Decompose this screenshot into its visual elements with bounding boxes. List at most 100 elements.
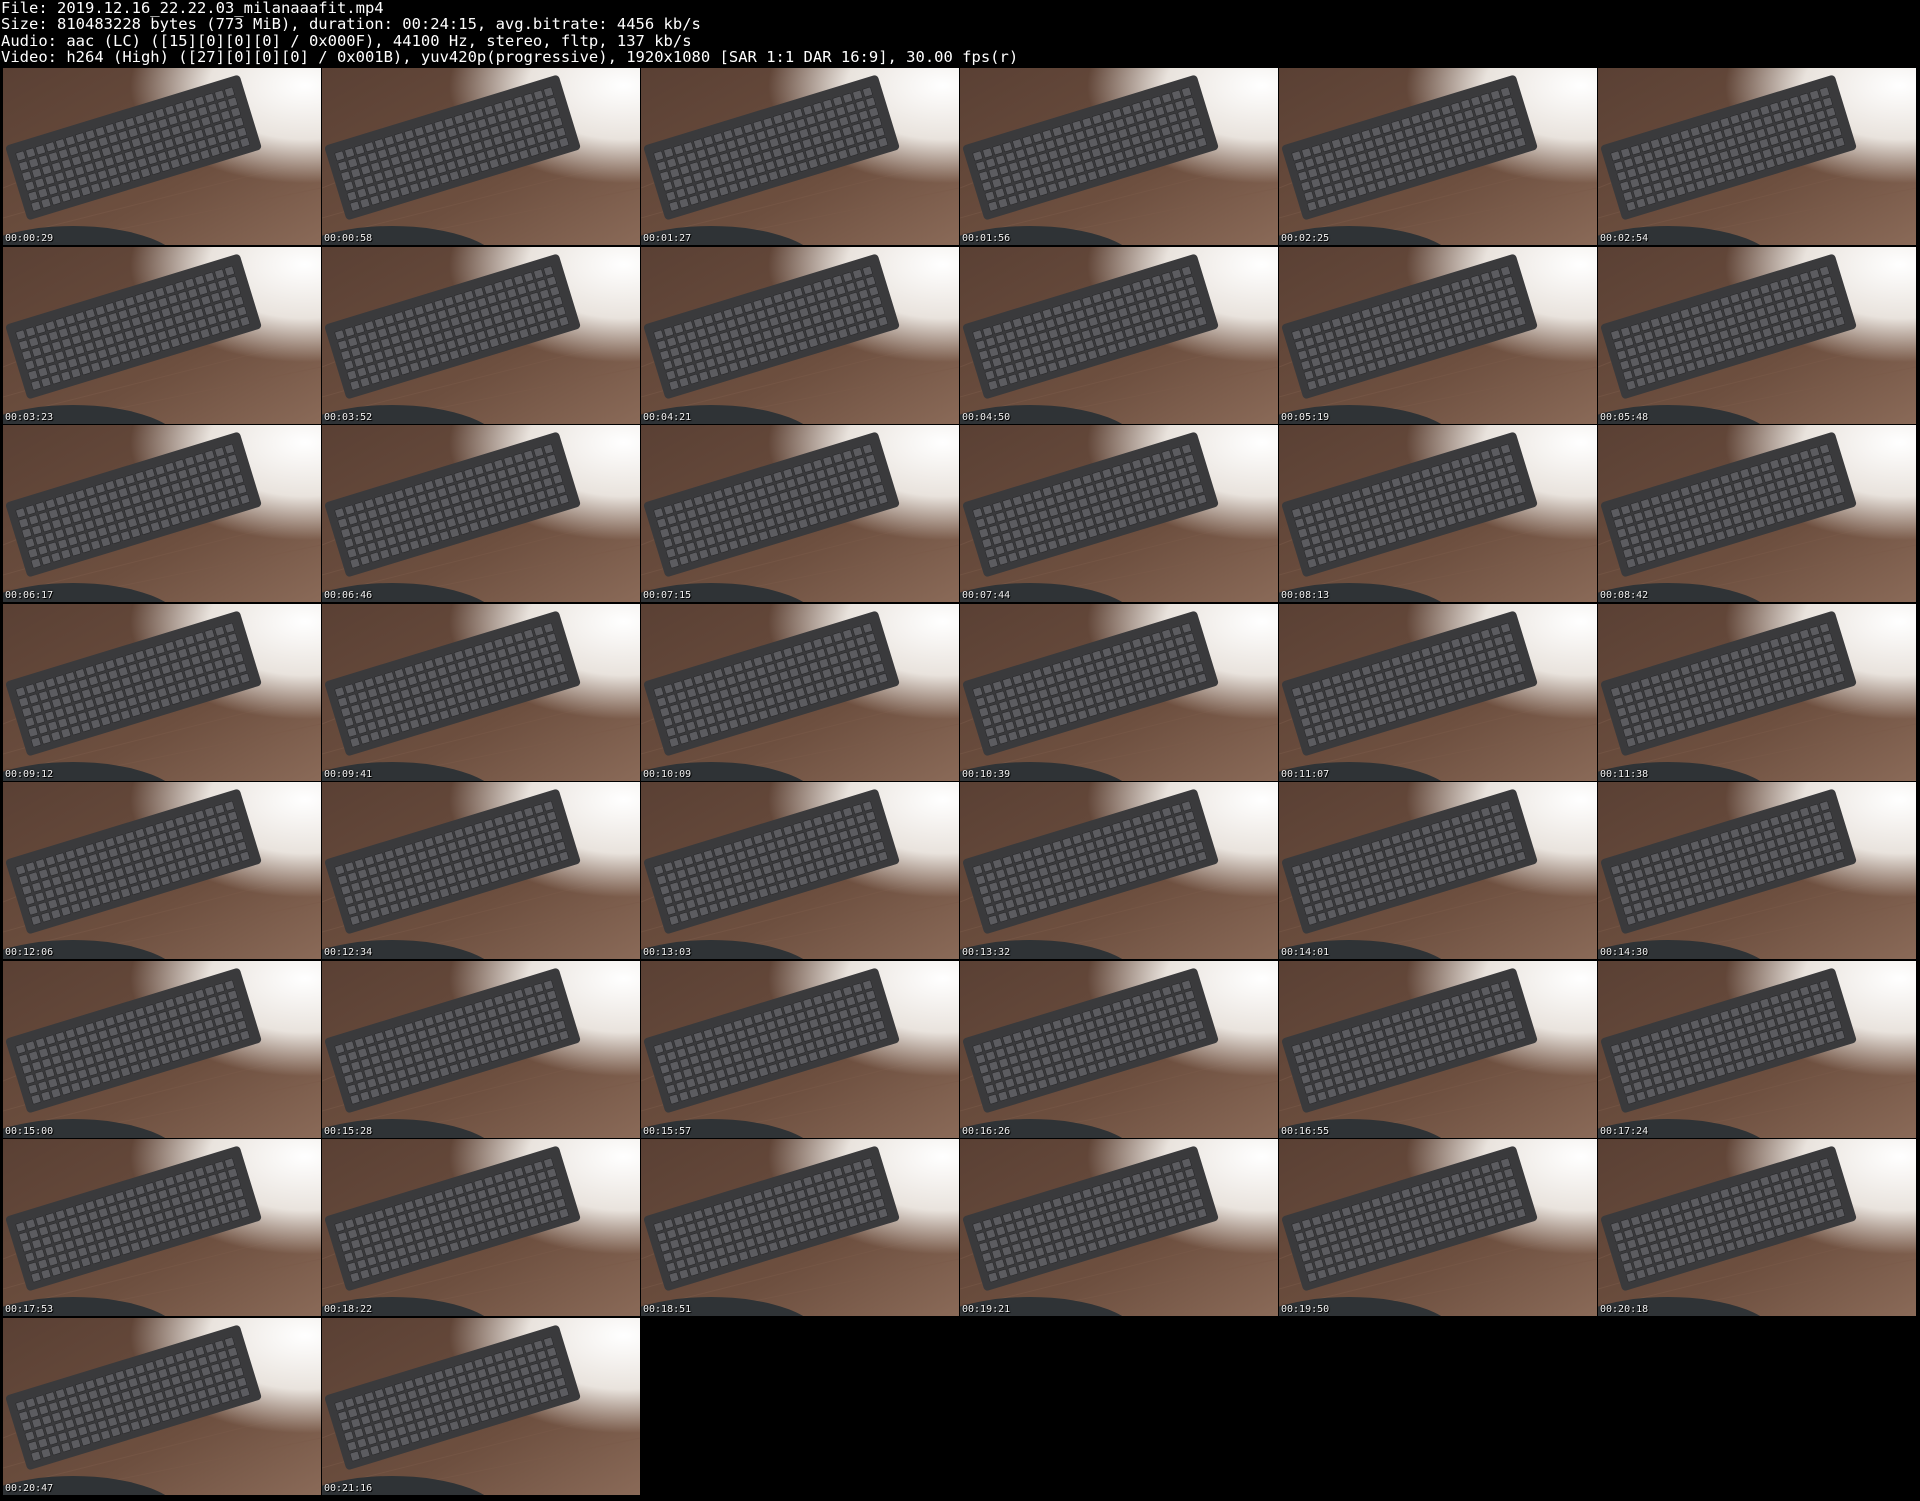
thumbnail-timestamp: 00:19:21 xyxy=(962,1304,1011,1315)
keyboard-scene-image xyxy=(960,961,1278,1138)
keyboard-scene-image xyxy=(1279,604,1597,781)
video-thumbnail: 00:19:21 xyxy=(960,1139,1278,1316)
thumbnail-grid: 00:00:29 00:00:58 00:01:27 00:01:56 00:0… xyxy=(0,68,1920,1501)
thumbnail-timestamp: 00:14:30 xyxy=(1600,947,1649,958)
thumbnail-timestamp: 00:15:57 xyxy=(643,1126,692,1137)
thumbnail-timestamp: 00:00:58 xyxy=(324,233,373,244)
thumbnail-timestamp: 00:07:44 xyxy=(962,590,1011,601)
keyboard-scene-image xyxy=(322,1139,640,1316)
video-thumbnail: 00:13:03 xyxy=(641,782,959,959)
video-thumbnail: 00:20:18 xyxy=(1598,1139,1916,1316)
video-thumbnail: 00:18:51 xyxy=(641,1139,959,1316)
video-thumbnail: 00:02:54 xyxy=(1598,68,1916,245)
thumbnail-timestamp: 00:09:41 xyxy=(324,769,373,780)
video-thumbnail: 00:11:38 xyxy=(1598,604,1916,781)
video-thumbnail: 00:01:27 xyxy=(641,68,959,245)
video-thumbnail: 00:10:09 xyxy=(641,604,959,781)
keyboard-scene-image xyxy=(960,425,1278,602)
keyboard-scene-image xyxy=(3,782,321,959)
keyboard-scene-image xyxy=(641,247,959,424)
keyboard-scene-image xyxy=(641,68,959,245)
video-thumbnail: 00:14:30 xyxy=(1598,782,1916,959)
keyboard-scene-image xyxy=(322,961,640,1138)
video-thumbnail: 00:05:48 xyxy=(1598,247,1916,424)
keyboard-scene-image xyxy=(1598,604,1916,781)
video-thumbnail: 00:15:57 xyxy=(641,961,959,1138)
thumbnail-timestamp: 00:03:23 xyxy=(5,412,54,423)
thumbnail-timestamp: 00:07:15 xyxy=(643,590,692,601)
keyboard-scene-image xyxy=(322,425,640,602)
video-thumbnail: 00:04:50 xyxy=(960,247,1278,424)
thumbnail-timestamp: 00:15:28 xyxy=(324,1126,373,1137)
video-thumbnail: 00:16:26 xyxy=(960,961,1278,1138)
thumbnail-timestamp: 00:21:16 xyxy=(324,1483,373,1494)
keyboard-scene-image xyxy=(322,68,640,245)
keyboard-scene-image xyxy=(322,247,640,424)
thumbnail-timestamp: 00:08:42 xyxy=(1600,590,1649,601)
thumbnail-timestamp: 00:13:32 xyxy=(962,947,1011,958)
keyboard-scene-image xyxy=(1279,425,1597,602)
thumbnail-timestamp: 00:14:01 xyxy=(1281,947,1330,958)
thumbnail-timestamp: 00:06:17 xyxy=(5,590,54,601)
thumbnail-timestamp: 00:05:48 xyxy=(1600,412,1649,423)
video-thumbnail: 00:07:44 xyxy=(960,425,1278,602)
video-thumbnail: 00:08:42 xyxy=(1598,425,1916,602)
thumbnail-timestamp: 00:11:07 xyxy=(1281,769,1330,780)
keyboard-scene-image xyxy=(641,961,959,1138)
video-stream-line: Video: h264 (High) ([27][0][0][0] / 0x00… xyxy=(1,48,1019,67)
video-thumbnail: 00:14:01 xyxy=(1279,782,1597,959)
keyboard-scene-image xyxy=(960,604,1278,781)
keyboard-scene-image xyxy=(1598,782,1916,959)
video-thumbnail: 00:03:52 xyxy=(322,247,640,424)
thumbnail-timestamp: 00:16:55 xyxy=(1281,1126,1330,1137)
keyboard-scene-image xyxy=(641,1139,959,1316)
file-name-line: File: 2019.12.16_22.22.03_milanaaafit.mp… xyxy=(1,0,384,17)
thumbnail-timestamp: 00:03:52 xyxy=(324,412,373,423)
thumbnail-timestamp: 00:15:00 xyxy=(5,1126,54,1137)
keyboard-scene-image xyxy=(641,604,959,781)
video-thumbnail: 00:19:50 xyxy=(1279,1139,1597,1316)
video-thumbnail: 00:12:34 xyxy=(322,782,640,959)
video-info-header: File: 2019.12.16_22.22.03_milanaaafit.mp… xyxy=(1,0,1917,68)
thumbnail-timestamp: 00:08:13 xyxy=(1281,590,1330,601)
keyboard-scene-image xyxy=(1279,961,1597,1138)
thumbnail-timestamp: 00:20:18 xyxy=(1600,1304,1649,1315)
video-thumbnail: 00:12:06 xyxy=(3,782,321,959)
video-thumbnail: 00:00:58 xyxy=(322,68,640,245)
video-thumbnail: 00:09:12 xyxy=(3,604,321,781)
video-thumbnail: 00:08:13 xyxy=(1279,425,1597,602)
video-thumbnail: 00:01:56 xyxy=(960,68,1278,245)
keyboard-scene-image xyxy=(960,1139,1278,1316)
thumbnail-timestamp: 00:16:26 xyxy=(962,1126,1011,1137)
video-thumbnail: 00:07:15 xyxy=(641,425,959,602)
keyboard-scene-image xyxy=(1279,68,1597,245)
keyboard-scene-image xyxy=(3,604,321,781)
video-thumbnail: 00:21:16 xyxy=(322,1318,640,1495)
thumbnail-timestamp: 00:20:47 xyxy=(5,1483,54,1494)
keyboard-scene-image xyxy=(641,782,959,959)
thumbnail-timestamp: 00:02:54 xyxy=(1600,233,1649,244)
thumbnail-timestamp: 00:17:53 xyxy=(5,1304,54,1315)
video-thumbnail: 00:10:39 xyxy=(960,604,1278,781)
keyboard-scene-image xyxy=(1598,68,1916,245)
thumbnail-timestamp: 00:04:50 xyxy=(962,412,1011,423)
video-thumbnail: 00:11:07 xyxy=(1279,604,1597,781)
video-thumbnail: 00:18:22 xyxy=(322,1139,640,1316)
video-thumbnail: 00:09:41 xyxy=(322,604,640,781)
video-thumbnail: 00:15:28 xyxy=(322,961,640,1138)
keyboard-scene-image xyxy=(3,425,321,602)
thumbnail-timestamp: 00:17:24 xyxy=(1600,1126,1649,1137)
video-thumbnail: 00:05:19 xyxy=(1279,247,1597,424)
keyboard-scene-image xyxy=(1598,247,1916,424)
video-thumbnail: 00:03:23 xyxy=(3,247,321,424)
thumbnail-timestamp: 00:10:39 xyxy=(962,769,1011,780)
video-thumbnail: 00:02:25 xyxy=(1279,68,1597,245)
thumbnail-timestamp: 00:18:51 xyxy=(643,1304,692,1315)
keyboard-scene-image xyxy=(3,68,321,245)
keyboard-scene-image xyxy=(1279,1139,1597,1316)
keyboard-scene-image xyxy=(322,782,640,959)
thumbnail-timestamp: 00:01:56 xyxy=(962,233,1011,244)
keyboard-scene-image xyxy=(322,1318,640,1495)
thumbnail-timestamp: 00:00:29 xyxy=(5,233,54,244)
thumbnail-timestamp: 00:01:27 xyxy=(643,233,692,244)
